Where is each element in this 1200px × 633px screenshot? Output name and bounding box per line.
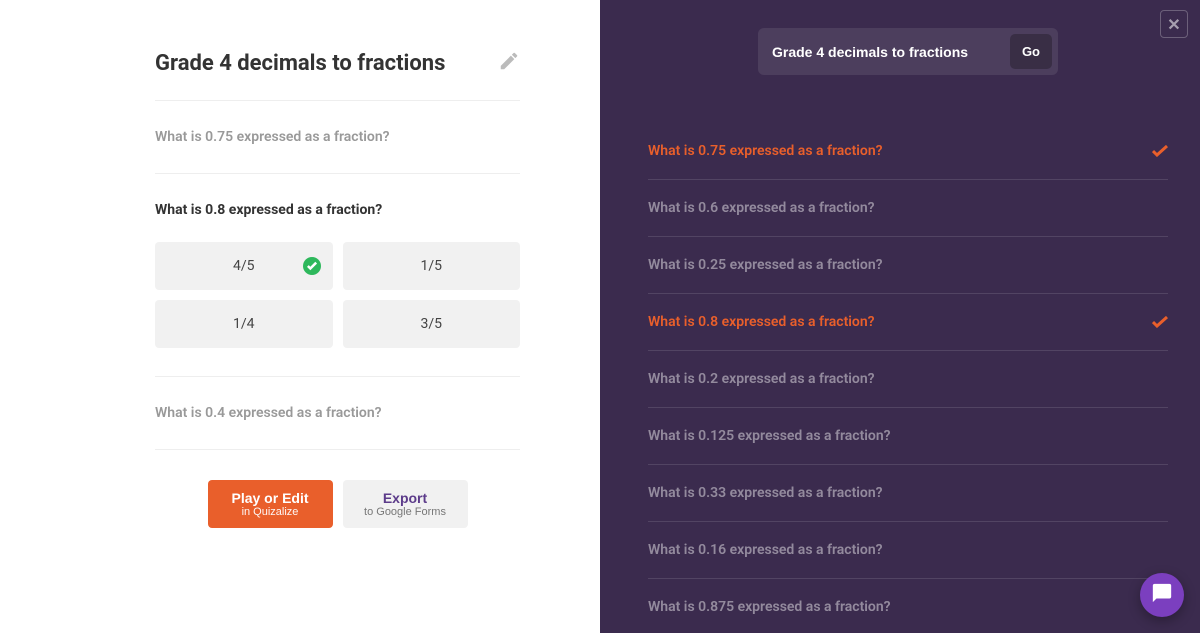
result-label: What is 0.2 expressed as a fraction? bbox=[648, 371, 875, 387]
selected-check-icon bbox=[1152, 316, 1168, 328]
play-edit-button[interactable]: Play or Edit in Quizalize bbox=[208, 480, 333, 528]
close-icon: ✕ bbox=[1167, 15, 1180, 34]
quiz-editor-panel: Grade 4 decimals to fractions What is 0.… bbox=[0, 0, 600, 633]
action-row: Play or Edit in Quizalize Export to Goog… bbox=[155, 450, 520, 528]
correct-check-icon bbox=[303, 257, 321, 275]
answer-option[interactable]: 4/5 bbox=[155, 242, 333, 290]
edit-icon[interactable] bbox=[498, 50, 520, 76]
answer-option[interactable]: 1/4 bbox=[155, 300, 333, 348]
answer-option[interactable]: 1/5 bbox=[343, 242, 521, 290]
result-label: What is 0.16 expressed as a fraction? bbox=[648, 542, 883, 558]
result-label: What is 0.8 expressed as a fraction? bbox=[648, 314, 875, 330]
close-button[interactable]: ✕ bbox=[1160, 10, 1188, 38]
search-bar: Go bbox=[758, 28, 1058, 75]
go-button[interactable]: Go bbox=[1010, 34, 1052, 69]
result-label: What is 0.75 expressed as a fraction? bbox=[648, 143, 883, 159]
quiz-title: Grade 4 decimals to fractions bbox=[155, 51, 445, 76]
question-item: What is 0.8 expressed as a fraction? 4/5 1… bbox=[155, 174, 520, 377]
search-results-panel: ✕ Go What is 0.75 expressed as a fractio… bbox=[600, 0, 1200, 633]
export-button[interactable]: Export to Google Forms bbox=[343, 480, 468, 528]
result-item[interactable]: What is 0.75 expressed as a fraction? bbox=[648, 123, 1168, 180]
search-input[interactable] bbox=[772, 44, 1010, 60]
result-item[interactable]: What is 0.16 expressed as a fraction? bbox=[648, 522, 1168, 579]
result-item[interactable]: What is 0.25 expressed as a fraction? bbox=[648, 237, 1168, 294]
play-edit-main: Play or Edit bbox=[228, 490, 313, 506]
question-text: What is 0.8 expressed as a fraction? bbox=[155, 202, 520, 218]
result-item[interactable]: What is 0.875 expressed as a fraction? bbox=[648, 579, 1168, 633]
chat-launcher[interactable] bbox=[1140, 573, 1184, 617]
answer-label: 4/5 bbox=[233, 258, 255, 274]
answers-grid: 4/5 1/5 1/4 3/5 bbox=[155, 242, 520, 348]
question-text: What is 0.4 expressed as a fraction? bbox=[155, 405, 382, 421]
answer-label: 3/5 bbox=[420, 316, 442, 332]
result-item[interactable]: What is 0.6 expressed as a fraction? bbox=[648, 180, 1168, 237]
result-label: What is 0.25 expressed as a fraction? bbox=[648, 257, 883, 273]
export-sub: to Google Forms bbox=[363, 506, 448, 518]
result-item[interactable]: What is 0.33 expressed as a fraction? bbox=[648, 465, 1168, 522]
result-item[interactable]: What is 0.2 expressed as a fraction? bbox=[648, 351, 1168, 408]
chat-icon bbox=[1151, 582, 1173, 608]
result-label: What is 0.125 expressed as a fraction? bbox=[648, 428, 891, 444]
answer-label: 1/5 bbox=[420, 258, 442, 274]
result-label: What is 0.6 expressed as a fraction? bbox=[648, 200, 875, 216]
results-list: What is 0.75 expressed as a fraction? Wha… bbox=[648, 123, 1168, 633]
result-label: What is 0.33 expressed as a fraction? bbox=[648, 485, 883, 501]
question-text: What is 0.75 expressed as a fraction? bbox=[155, 129, 390, 145]
result-item[interactable]: What is 0.125 expressed as a fraction? bbox=[648, 408, 1168, 465]
question-item[interactable]: What is 0.75 expressed as a fraction? bbox=[155, 101, 520, 174]
questions-list: What is 0.75 expressed as a fraction? Wha… bbox=[155, 101, 520, 450]
result-item[interactable]: What is 0.8 expressed as a fraction? bbox=[648, 294, 1168, 351]
selected-check-icon bbox=[1152, 145, 1168, 157]
answer-option[interactable]: 3/5 bbox=[343, 300, 521, 348]
quiz-header: Grade 4 decimals to fractions bbox=[155, 50, 520, 101]
question-item[interactable]: What is 0.4 expressed as a fraction? bbox=[155, 377, 520, 450]
result-label: What is 0.875 expressed as a fraction? bbox=[648, 599, 891, 615]
export-main: Export bbox=[363, 490, 448, 506]
play-edit-sub: in Quizalize bbox=[228, 506, 313, 518]
answer-label: 1/4 bbox=[233, 316, 255, 332]
